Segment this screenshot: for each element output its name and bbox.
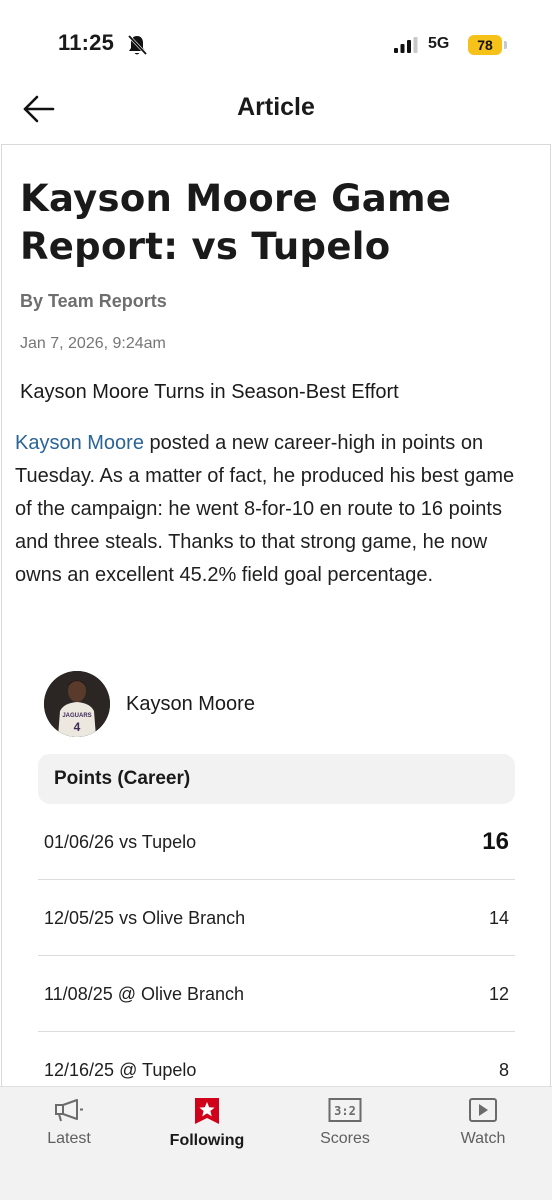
bell-muted-icon xyxy=(127,34,147,56)
stat-value: 8 xyxy=(498,1060,509,1080)
stat-row: 12/05/25 vs Olive Branch 14 xyxy=(38,880,515,956)
stat-row: 01/06/26 vs Tupelo 16 xyxy=(38,804,515,880)
player-name[interactable]: Kayson Moore xyxy=(126,693,255,716)
jersey-number: 4 xyxy=(74,720,81,734)
player-header[interactable]: JAGUARS 4 Kayson Moore xyxy=(44,671,255,737)
player-photo-icon: JAGUARS 4 xyxy=(44,671,110,737)
stat-game: 01/06/26 vs Tupelo xyxy=(44,832,197,852)
play-icon xyxy=(469,1098,497,1122)
status-bar: 11:25 5G 78 xyxy=(0,0,552,92)
article-body: Kayson Moore posted a new career-high in… xyxy=(15,427,535,592)
scoreboard-icon: 3:2 xyxy=(328,1098,362,1122)
article-byline[interactable]: By Team Reports xyxy=(20,291,167,312)
stat-title: Points (Career) xyxy=(38,754,515,804)
scoreboard-text: 3:2 xyxy=(334,1104,356,1118)
article-card: Kayson Moore Game Report: vs Tupelo By T… xyxy=(1,144,551,1086)
bottom-tab-bar: Latest Following 3:2 Scores Watch xyxy=(0,1086,552,1200)
article-body-text: posted a new career-high in points on Tu… xyxy=(15,432,515,586)
player-link[interactable]: Kayson Moore xyxy=(15,432,144,454)
battery-indicator: 78 xyxy=(468,34,508,56)
article-headline: Kayson Moore Game Report: vs Tupelo xyxy=(20,177,452,268)
battery-level: 78 xyxy=(468,35,502,55)
stat-value: 12 xyxy=(488,984,509,1004)
article-subheadline: Kayson Moore Turns in Season-Best Effort xyxy=(20,381,399,403)
stat-row: 11/08/25 @ Olive Branch 12 xyxy=(38,956,515,1032)
megaphone-icon xyxy=(55,1099,83,1122)
tab-following[interactable]: Following xyxy=(152,1097,262,1150)
tab-watch[interactable]: Watch xyxy=(428,1097,538,1148)
status-time: 11:25 xyxy=(58,30,115,55)
stat-game: 12/16/25 @ Tupelo xyxy=(44,1060,197,1080)
network-label: 5G xyxy=(428,35,450,52)
tab-latest[interactable]: Latest xyxy=(14,1097,124,1148)
player-avatar[interactable]: JAGUARS 4 xyxy=(44,671,110,737)
battery-cap xyxy=(504,41,507,49)
stat-game: 11/08/25 @ Olive Branch xyxy=(44,984,245,1004)
tab-scores[interactable]: 3:2 Scores xyxy=(290,1097,400,1148)
stat-value: 16 xyxy=(482,828,509,855)
nav-header: Article xyxy=(0,92,552,144)
tab-label: Watch xyxy=(460,1130,506,1147)
stat-game: 12/05/25 vs Olive Branch xyxy=(44,908,246,928)
stat-row: 12/16/25 @ Tupelo 8 xyxy=(38,1032,515,1086)
tab-label: Latest xyxy=(47,1130,91,1147)
signal-icon xyxy=(394,37,418,53)
page-title: Article xyxy=(237,93,315,121)
tab-label: Following xyxy=(169,1132,245,1149)
tab-label: Scores xyxy=(320,1130,370,1147)
article-date: Jan 7, 2026, 9:24am xyxy=(20,335,166,352)
star-icon xyxy=(195,1098,219,1124)
jersey-text: JAGUARS xyxy=(62,713,91,719)
stat-value: 14 xyxy=(488,908,509,928)
